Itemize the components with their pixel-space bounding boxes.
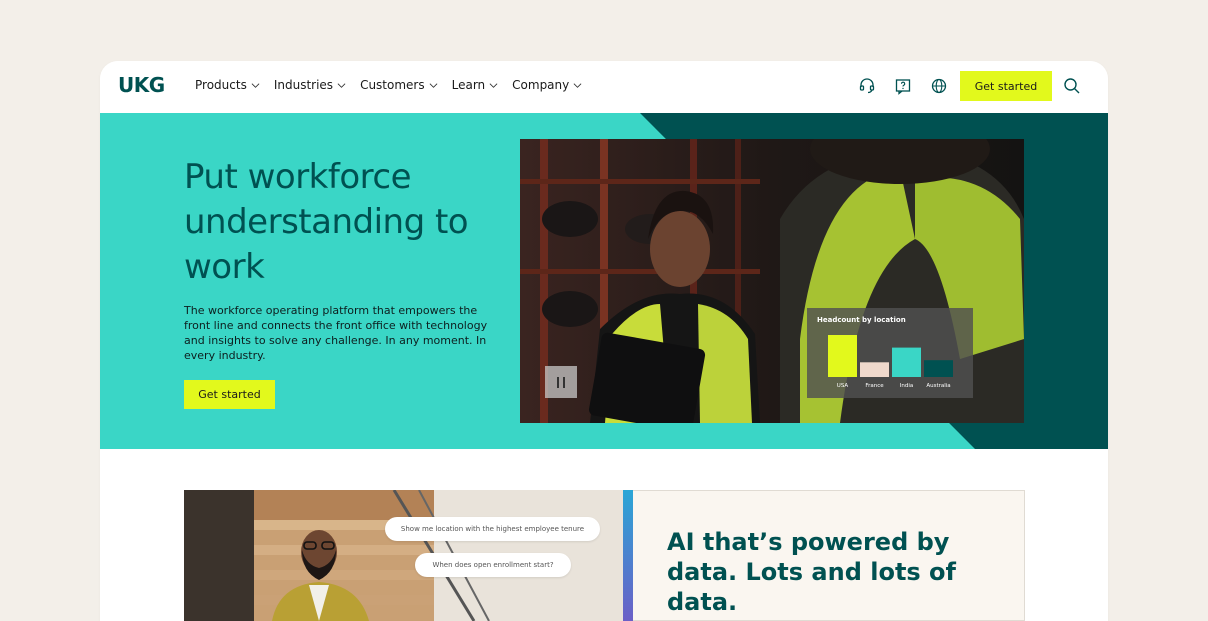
nav-item-customers[interactable]: Customers (360, 78, 438, 92)
chart-label-australia: Australia (926, 383, 950, 389)
get-started-button-header[interactable]: Get started (960, 71, 1052, 101)
chart-bar-australia (924, 360, 953, 377)
chart-label-france: France (865, 383, 884, 389)
accent-gradient-bar (623, 490, 633, 621)
headcount-bar-chart: USA France India Australia (828, 335, 953, 389)
chevron-down-icon (251, 82, 260, 88)
nav-item-label: Products (195, 78, 247, 92)
site-header: UKG Products Industries Customers Learn … (100, 61, 1108, 113)
hero-video[interactable]: Headcount by location USA France India Aust… (520, 139, 1024, 423)
hero-title: Put workforce understanding to work (184, 157, 469, 287)
pause-button[interactable] (545, 366, 577, 398)
chat-bubble-enrollment: When does open enrollment start? (415, 553, 571, 577)
headcount-chart-card: Headcount by location USA France India Aust… (807, 308, 973, 398)
nav-item-label: Learn (451, 78, 486, 92)
help-icon[interactable] (894, 77, 912, 95)
chart-bar-india (892, 347, 921, 377)
chart-label-india: India (900, 383, 914, 389)
pause-icon-bar (557, 376, 559, 388)
nav-item-learn[interactable]: Learn (452, 78, 499, 92)
chevron-down-icon (489, 82, 498, 88)
ai-feature-card: AI that’s powered by data. Lots and lots… (633, 490, 1025, 621)
nav-item-label: Company (512, 78, 570, 92)
chevron-down-icon (429, 82, 438, 88)
nav-item-industries[interactable]: Industries (274, 78, 346, 92)
ai-assistant-photo: Show me location with the highest employ… (184, 490, 623, 621)
chevron-down-icon (337, 82, 346, 88)
chat-bubble-tenure: Show me location with the highest employ… (385, 517, 600, 541)
headset-icon[interactable] (858, 77, 876, 95)
nav-item-products[interactable]: Products (195, 78, 260, 92)
pause-icon-bar (563, 376, 565, 388)
hero-section: Put workforce understanding to work The … (100, 113, 1108, 449)
hero-description: The workforce operating platform that em… (184, 304, 488, 362)
ukg-logo[interactable]: UKG (118, 73, 165, 97)
chevron-down-icon (573, 82, 582, 88)
search-icon[interactable] (1063, 77, 1081, 95)
nav-item-company[interactable]: Company (512, 78, 582, 92)
globe-icon[interactable] (930, 77, 948, 95)
chart-bar-usa (828, 335, 857, 377)
get-started-button-hero[interactable]: Get started (184, 380, 275, 409)
main-nav: Products Industries Customers Learn Comp… (195, 78, 596, 92)
browser-window: UKG Products Industries Customers Learn … (100, 61, 1108, 621)
nav-item-label: Industries (273, 78, 334, 92)
chart-bar-france (860, 362, 889, 377)
nav-item-label: Customers (360, 78, 425, 92)
chart-label-usa: USA (837, 383, 849, 389)
